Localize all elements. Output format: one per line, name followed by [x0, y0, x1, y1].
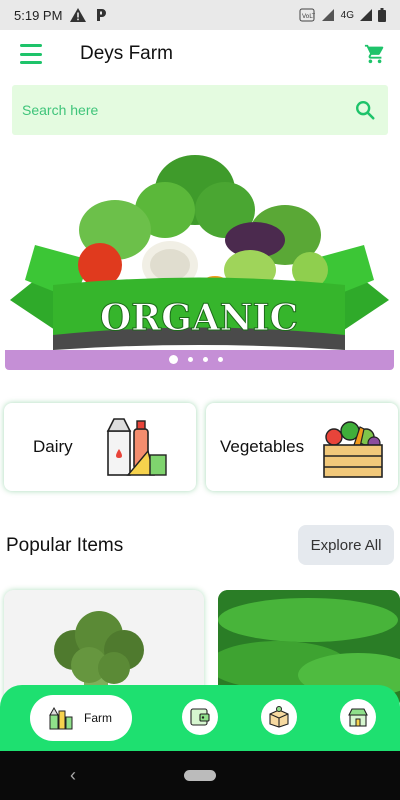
banner-dot[interactable]: [188, 357, 193, 362]
search-input[interactable]: [22, 102, 352, 118]
delivery-box-icon: [269, 706, 289, 728]
hamburger-menu-icon[interactable]: [20, 44, 42, 64]
farm-products-icon: [49, 706, 73, 730]
status-bar: 5:19 PM VoLTE 4G: [0, 0, 400, 30]
nav-delivery-tab[interactable]: [261, 699, 297, 735]
bottom-navigation: Farm: [0, 685, 400, 751]
svg-text:ORGANIC: ORGANIC: [100, 297, 298, 339]
nav-farm-label: Farm: [84, 711, 112, 725]
search-icon[interactable]: [352, 97, 378, 123]
wallet-icon: [190, 708, 210, 726]
banner-dot[interactable]: [203, 357, 208, 362]
category-label: Dairy: [33, 437, 73, 456]
nav-farm-tab[interactable]: Farm: [30, 695, 132, 741]
banner-dot-active[interactable]: [169, 355, 178, 364]
battery-icon: [378, 8, 386, 22]
app-bar: Deys Farm: [0, 30, 400, 80]
search-bar: [12, 85, 388, 135]
system-navigation-bar: ‹: [0, 751, 400, 800]
store-icon: [348, 708, 368, 727]
explore-all-button[interactable]: Explore All: [298, 525, 394, 565]
home-pill[interactable]: [184, 770, 216, 781]
shopping-cart-icon[interactable]: [364, 43, 386, 65]
warning-icon: [70, 8, 87, 22]
popular-items-title: Popular Items: [6, 535, 124, 556]
category-label: Vegetables: [220, 437, 305, 456]
volte-icon: VoLTE: [299, 8, 315, 22]
banner-pagination[interactable]: [169, 355, 223, 364]
vegetables-illustration: ORGANIC: [10, 155, 389, 350]
category-vegetables[interactable]: Vegetables: [206, 403, 398, 491]
wifi-icon: [321, 9, 334, 21]
nav-wallet-tab[interactable]: [182, 699, 218, 735]
category-dairy[interactable]: Dairy: [4, 403, 196, 491]
back-icon[interactable]: ‹: [70, 765, 76, 786]
app-title: Deys Farm: [80, 43, 173, 64]
vegetable-crate-icon: [323, 421, 383, 478]
nav-store-tab[interactable]: [340, 699, 376, 735]
organic-banner[interactable]: ORGANIC: [5, 150, 394, 370]
banner-dot[interactable]: [218, 357, 223, 362]
status-time: 5:19 PM: [14, 7, 63, 23]
network-type: 4G: [340, 9, 354, 21]
signal-icon: [360, 9, 372, 21]
dairy-products-icon: [106, 418, 167, 476]
svg-text:VoLTE: VoLTE: [302, 13, 315, 20]
parking-app-icon: [97, 9, 107, 21]
